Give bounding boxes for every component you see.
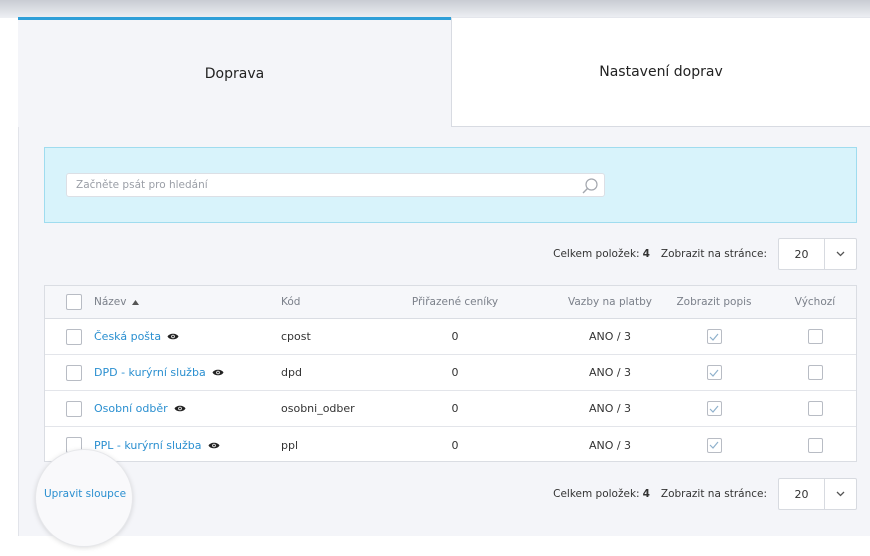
page-bottom xyxy=(0,536,870,556)
total-count: 4 xyxy=(642,248,650,260)
header-pricelists[interactable]: Přiřazené ceníky xyxy=(405,286,505,318)
row-show-description-checkbox[interactable] xyxy=(706,365,722,380)
row-select-checkbox[interactable] xyxy=(66,400,82,417)
header-name[interactable]: Název xyxy=(94,286,140,318)
table-row: DPD - kurýrní služba dpd 0 ANO / 3 xyxy=(45,355,856,391)
header-code-label: Kód xyxy=(281,296,301,308)
per-page-value: 20 xyxy=(779,239,825,269)
tab-nastaveni-doprav-label: Nastavení doprav xyxy=(599,64,723,80)
eye-icon[interactable] xyxy=(212,368,224,377)
row-name-link[interactable]: PPL - kurýrní služba xyxy=(94,439,202,452)
search-icon[interactable] xyxy=(581,177,599,195)
per-page-label: Zobrazit na stránce: xyxy=(660,248,767,260)
row-pricelists: 0 xyxy=(451,438,459,452)
row-default-checkbox[interactable] xyxy=(807,365,823,380)
row-name-link[interactable]: Česká pošta xyxy=(94,330,161,343)
chevron-down-icon[interactable] xyxy=(825,239,856,269)
table-header-row: Název Kód Přiřazené ceníky Vazby na plat… xyxy=(45,286,856,319)
header-show-description[interactable]: Zobrazit popis xyxy=(667,286,761,318)
row-code: ppl xyxy=(281,438,299,452)
pager-top: Celkem položek: 4 Zobrazit na stránce: 2… xyxy=(553,238,857,270)
row-pricelists: 0 xyxy=(451,402,459,415)
row-code: cpost xyxy=(281,330,311,343)
eye-icon[interactable] xyxy=(167,332,179,341)
total-count: 4 xyxy=(642,488,650,500)
row-default-checkbox[interactable] xyxy=(807,401,823,416)
header-show-description-label: Zobrazit popis xyxy=(676,296,752,308)
row-payments: ANO / 3 xyxy=(588,330,632,343)
row-show-description-checkbox[interactable] xyxy=(706,437,722,453)
row-code: dpd xyxy=(281,366,302,379)
select-all-cell xyxy=(66,286,82,318)
table-row: Osobní odběr osobni_odber 0 ANO / 3 xyxy=(45,391,856,427)
total-label: Celkem položek: xyxy=(553,248,640,260)
sort-asc-icon[interactable] xyxy=(132,299,140,305)
row-show-description-checkbox[interactable] xyxy=(706,329,722,344)
header-payments-label: Vazby na platby xyxy=(568,296,652,308)
eye-icon[interactable] xyxy=(174,404,186,413)
check-icon xyxy=(709,405,719,413)
select-all-checkbox[interactable] xyxy=(66,294,82,310)
per-page-select[interactable]: 20 xyxy=(778,238,857,270)
search-panel xyxy=(44,147,857,223)
per-page-label: Zobrazit na stránce: xyxy=(660,488,767,500)
check-icon xyxy=(709,369,719,377)
row-code: osobni_odber xyxy=(281,402,355,415)
shipping-table: Název Kód Přiřazené ceníky Vazby na plat… xyxy=(44,285,857,462)
per-page-value: 20 xyxy=(779,479,825,509)
row-payments: ANO / 3 xyxy=(588,438,632,452)
eye-icon[interactable] xyxy=(208,441,220,450)
total-label: Celkem položek: xyxy=(553,488,640,500)
row-pricelists: 0 xyxy=(451,366,459,379)
header-pricelists-label: Přiřazené ceníky xyxy=(411,296,499,308)
table-row: PPL - kurýrní služba ppl 0 ANO / 3 xyxy=(45,427,856,463)
row-select-checkbox[interactable] xyxy=(66,364,82,381)
search-input[interactable] xyxy=(66,173,605,197)
header-default[interactable]: Výchozí xyxy=(780,286,850,318)
row-default-checkbox[interactable] xyxy=(807,329,823,344)
tab-nastaveni-doprav[interactable]: Nastavení doprav xyxy=(451,17,870,127)
per-page-select[interactable]: 20 xyxy=(778,478,857,510)
top-shadow xyxy=(0,0,870,18)
header-payments[interactable]: Vazby na platby xyxy=(555,286,665,318)
row-payments: ANO / 3 xyxy=(588,402,632,415)
pager-bottom: Celkem položek: 4 Zobrazit na stránce: 2… xyxy=(553,478,857,510)
chevron-down-icon[interactable] xyxy=(825,479,856,509)
header-name-label: Název xyxy=(94,296,127,308)
row-default-checkbox[interactable] xyxy=(807,437,823,453)
row-pricelists: 0 xyxy=(451,330,459,343)
tab-doprava-label: Doprava xyxy=(204,65,265,82)
table-row: Česká pošta cpost 0 ANO / 3 xyxy=(45,319,856,355)
row-select-checkbox[interactable] xyxy=(66,328,82,345)
row-show-description-checkbox[interactable] xyxy=(706,401,722,416)
check-icon xyxy=(709,441,719,449)
header-code[interactable]: Kód xyxy=(281,286,300,318)
header-default-label: Výchozí xyxy=(794,296,836,308)
tab-doprava[interactable]: Doprava xyxy=(18,17,451,127)
row-name-link[interactable]: DPD - kurýrní služba xyxy=(94,366,206,379)
edit-columns-link[interactable]: Upravit sloupce xyxy=(44,488,126,500)
row-payments: ANO / 3 xyxy=(588,366,632,379)
check-icon xyxy=(709,333,719,341)
row-name-link[interactable]: Osobní odběr xyxy=(94,402,168,415)
